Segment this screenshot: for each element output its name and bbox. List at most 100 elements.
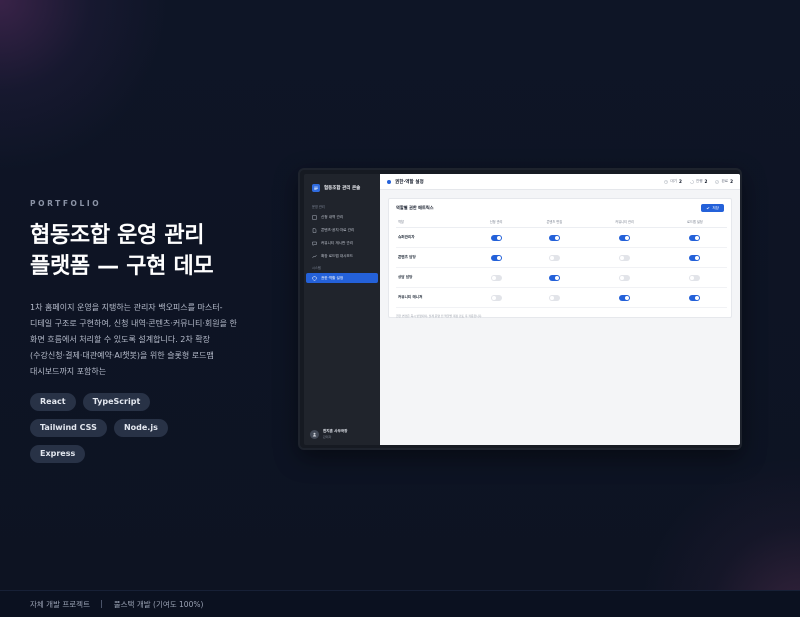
column-header: 로드맵 설정 — [662, 217, 727, 228]
tag-nodejs: Node.js — [113, 419, 168, 437]
sidebar-group-system: 시스템 — [312, 266, 321, 270]
permission-toggle[interactable] — [619, 235, 631, 241]
status-dot-icon — [387, 179, 391, 184]
permission-toggle[interactable] — [689, 255, 701, 261]
stat-in-progress: 진행 2 — [690, 179, 708, 184]
logo-icon — [312, 183, 320, 192]
footer-contribution: 풀스택 개발 (기여도 100%) — [113, 600, 204, 609]
save-icon — [706, 207, 710, 210]
permission-toggle[interactable] — [689, 275, 701, 281]
column-header: 커뮤니티 관리 — [586, 217, 663, 228]
footer-project-type: 자체 개발 프로젝트 — [30, 600, 90, 609]
stat-label: 완료 — [721, 179, 729, 183]
tag-express: Express — [30, 445, 86, 463]
permission-toggle[interactable] — [490, 295, 502, 301]
page-heading: 권한·역할 설정 — [395, 179, 424, 185]
footer-divider — [101, 600, 103, 608]
table-row: 커뮤니티 매니저 — [396, 287, 727, 308]
sidebar-group-operations: 운영 관리 — [312, 205, 325, 209]
sidebar-item-label: 콘텐츠·공지·자료 관리 — [321, 227, 355, 232]
permission-toggle[interactable] — [548, 235, 560, 241]
description-line: (수강신청·결제·대관예약·AI챗봇)을 위한 슬롯형 로드맵 — [30, 351, 214, 360]
app-mockup-frame: 협동조합 관리 콘솔 운영 관리 신청 내역 관리 콘텐츠·공지·자료 관리 커… — [298, 168, 742, 450]
stat-label: 진행 — [695, 179, 703, 183]
table-row: 콘텐츠 담당 — [396, 247, 727, 268]
sidebar-item-label: 권한·역할 설정 — [321, 275, 344, 280]
sidebar-item-label: 확장 로드맵 대시보드 — [321, 253, 354, 258]
save-button-label: 저장 — [712, 205, 719, 210]
role-name: 콘텐츠 담당 — [396, 247, 470, 268]
sidebar-item-applications[interactable]: 신청 내역 관리 — [304, 212, 380, 222]
role-name: 상담 담당 — [396, 267, 470, 288]
stat-label: 대기 — [670, 179, 677, 183]
status-counters: 대기 2 진행 2 완료 2 — [656, 179, 733, 184]
permission-toggle[interactable] — [548, 295, 560, 301]
permission-toggle[interactable] — [548, 255, 560, 261]
user-profile[interactable]: 한지훈 사무국장 관리자 — [310, 429, 347, 439]
chat-icon — [312, 241, 317, 246]
role-name: 커뮤니티 매니저 — [396, 287, 470, 308]
project-description: 1차 홈페이지 운영을 지탱하는 관리자 백오피스를 마스터- 디테일 구조로 … — [30, 300, 244, 380]
save-button[interactable]: 저장 — [701, 204, 724, 212]
shield-icon — [312, 275, 317, 281]
tag-react: React — [30, 393, 76, 411]
avatar — [310, 429, 319, 439]
description-line: 대시보드까지 포함하는 — [30, 367, 107, 376]
list-icon — [312, 215, 317, 220]
brand-name: 협동조합 관리 콘솔 — [324, 185, 361, 191]
permission-toggle[interactable] — [619, 275, 631, 281]
permission-matrix-card: 역할별 권한 매트릭스 저장 역할 신청 관리 콘텐츠 편집 커뮤니티 관리 로… — [388, 198, 732, 318]
column-header: 역할 — [396, 217, 470, 228]
intro-section: PORTFOLIO 협동조합 운영 관리 플랫폼 — 구현 데모 1차 홈페이지… — [30, 199, 260, 380]
table-row: 상담 담당 — [396, 267, 727, 288]
page-title: 협동조합 운영 관리 플랫폼 — 구현 데모 — [30, 220, 260, 282]
permission-toggle[interactable] — [689, 235, 701, 241]
sidebar-item-roadmap[interactable]: 확장 로드맵 대시보드 — [304, 251, 380, 261]
permission-toggle[interactable] — [490, 235, 502, 241]
description-line: 1차 홈페이지 운영을 지탱하는 관리자 백오피스를 마스터- — [30, 303, 223, 312]
sidebar-item-community[interactable]: 커뮤니티 게시판 관리 — [304, 238, 380, 248]
footer: 자체 개발 프로젝트 풀스택 개발 (기여도 100%) — [0, 590, 800, 617]
stat-done: 완료 2 — [715, 179, 733, 184]
description-line: 화면 흐름에서 처리할 수 있도록 설계합니다. 2차 확장 — [30, 335, 210, 344]
footer-text: 자체 개발 프로젝트 풀스택 개발 (기여도 100%) — [30, 599, 203, 610]
user-name: 한지훈 사무국장 — [323, 429, 348, 433]
column-header: 신청 관리 — [470, 217, 523, 228]
permission-toggle[interactable] — [490, 275, 502, 281]
clock-icon — [664, 179, 669, 184]
topbar: 권한·역할 설정 대기 2 진행 2 완료 2 — [380, 174, 740, 190]
stat-value: 2 — [704, 179, 708, 184]
sidebar-item-permissions[interactable]: 권한·역할 설정 — [306, 273, 378, 283]
stat-pending: 대기 2 — [664, 179, 682, 184]
table-header-row: 역할 신청 관리 콘텐츠 편집 커뮤니티 관리 로드맵 설정 — [396, 217, 727, 228]
permission-toggle[interactable] — [619, 295, 631, 301]
stat-value: 2 — [678, 179, 682, 184]
tag-typescript: TypeScript — [82, 393, 151, 411]
permission-toggle[interactable] — [548, 275, 560, 281]
permission-toggle[interactable] — [619, 255, 631, 261]
card-title: 역할별 권한 매트릭스 — [396, 205, 434, 210]
admin-console: 협동조합 관리 콘솔 운영 관리 신청 내역 관리 콘텐츠·공지·자료 관리 커… — [304, 174, 740, 445]
description-line: 디테일 구조로 구현하여, 신청 내역·콘텐츠·커뮤니티·회원을 한 — [30, 319, 237, 328]
permission-toggle[interactable] — [490, 255, 502, 261]
permission-toggle[interactable] — [689, 295, 701, 301]
user-info: 한지훈 사무국장 관리자 — [323, 429, 347, 439]
permission-table: 역할 신청 관리 콘텐츠 편집 커뮤니티 관리 로드맵 설정 슈퍼관리자 콘텐츠… — [396, 217, 727, 308]
eyebrow-label: PORTFOLIO — [30, 199, 102, 208]
stat-value: 2 — [730, 179, 733, 184]
document-icon — [312, 227, 317, 233]
user-role: 관리자 — [323, 435, 332, 439]
main-content: 권한·역할 설정 대기 2 진행 2 완료 2 역할별 권한 매트릭스 저장 역… — [380, 174, 740, 445]
roadmap-icon — [312, 254, 317, 259]
title-line: 플랫폼 — 구현 데모 — [30, 254, 214, 279]
sidebar-item-content[interactable]: 콘텐츠·공지·자료 관리 — [304, 225, 380, 235]
title-line: 협동조합 운영 관리 — [30, 223, 205, 248]
brand: 협동조합 관리 콘솔 — [304, 174, 380, 194]
card-footnote: 권한 변경은 즉시 반영되며, 실제 운영 전 역할별 계정 검토 후 적용합니… — [396, 313, 483, 318]
tech-stack-tags: React TypeScript Tailwind CSS Node.js Ex… — [30, 389, 230, 467]
table-row: 슈퍼관리자 — [396, 227, 727, 248]
sidebar-item-label: 커뮤니티 게시판 관리 — [321, 240, 354, 245]
role-name: 슈퍼관리자 — [396, 227, 470, 248]
column-header: 콘텐츠 편집 — [522, 217, 587, 228]
sidebar-item-label: 신청 내역 관리 — [321, 214, 344, 219]
